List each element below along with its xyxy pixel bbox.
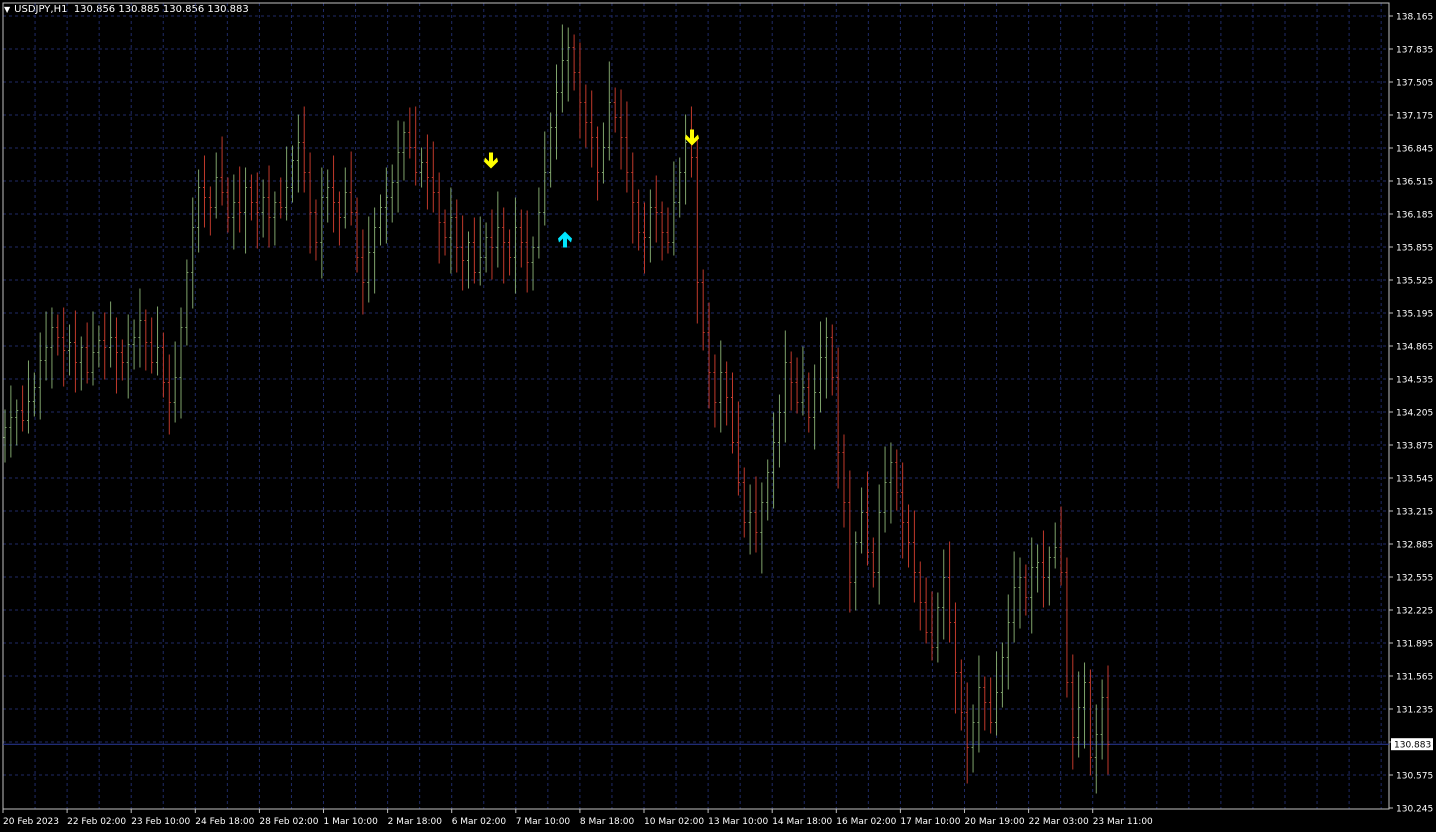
price-axis-label: 131.895 [1396, 640, 1433, 650]
price-axis-label: 132.555 [1396, 574, 1433, 584]
price-chart[interactable]: 138.165 137.835 137.505 137.175 136.845 136.5… [0, 0, 1436, 832]
price-axis-label: 135.525 [1396, 277, 1433, 287]
time-axis-label: 17 Mar 10:00 [900, 817, 960, 827]
time-axis-label: 8 Mar 18:00 [580, 817, 635, 827]
time-axis-label: 16 Mar 02:00 [836, 817, 896, 827]
arrow-up-icon [558, 231, 572, 248]
time-axis-label: 7 Mar 10:00 [516, 817, 571, 827]
time-axis-label: 2 Mar 18:00 [388, 817, 443, 827]
price-axis-label: 138.165 [1396, 13, 1433, 23]
price-axis-label: 137.505 [1396, 79, 1433, 89]
price-axis-label: 131.565 [1396, 673, 1433, 683]
price-axis-label: 132.225 [1396, 607, 1433, 617]
time-axis-label: 23 Mar 11:00 [1093, 817, 1153, 827]
chart-grid [2, 2, 1390, 810]
time-axis-label: 23 Feb 10:00 [131, 817, 190, 827]
price-axis-label: 131.235 [1396, 706, 1433, 716]
price-axis-label: 130.245 [1396, 805, 1433, 815]
price-axis-label: 135.195 [1396, 310, 1433, 320]
candles-layer [3, 24, 1110, 794]
current-price-label: 130.883 [1394, 741, 1431, 751]
price-axis-label: 137.835 [1396, 46, 1433, 56]
time-axis-label: 28 Feb 02:00 [259, 817, 318, 827]
time-axis-label: 22 Feb 02:00 [67, 817, 126, 827]
price-axis-label: 135.855 [1396, 244, 1433, 254]
time-axis-label: 20 Mar 19:00 [965, 817, 1025, 827]
chart-frame [2, 2, 1390, 810]
price-axis: 138.165 137.835 137.505 137.175 136.845 136.5… [1389, 13, 1433, 815]
price-axis-label: 136.185 [1396, 211, 1433, 221]
price-axis-label: 133.875 [1396, 442, 1433, 452]
price-axis-label: 133.215 [1396, 508, 1433, 518]
price-axis-label: 130.575 [1396, 772, 1433, 782]
price-axis-label: 136.515 [1396, 178, 1433, 188]
price-axis-label: 132.885 [1396, 541, 1433, 551]
price-axis-label: 134.205 [1396, 409, 1433, 419]
time-axis-label: 6 Mar 02:00 [452, 817, 507, 827]
time-axis-label: 1 Mar 10:00 [324, 817, 379, 827]
price-axis-label: 136.845 [1396, 145, 1433, 155]
time-axis-label: 13 Mar 10:00 [708, 817, 768, 827]
time-axis: 20 Feb 2023 22 Feb 02:00 23 Feb 10:00 24 Fe… [2, 809, 1153, 827]
time-axis-label: 10 Mar 02:00 [644, 817, 704, 827]
price-axis-label: 134.535 [1396, 376, 1433, 386]
price-axis-label: 137.175 [1396, 112, 1433, 122]
time-axis-label: 20 Feb 2023 [3, 817, 59, 827]
price-axis-label: 134.865 [1396, 343, 1433, 353]
time-axis-label: 14 Mar 18:00 [772, 817, 832, 827]
arrow-down-icon [484, 152, 498, 169]
price-axis-label: 133.545 [1396, 475, 1433, 485]
time-axis-label: 24 Feb 18:00 [195, 817, 254, 827]
time-axis-label: 22 Mar 03:00 [1029, 817, 1089, 827]
